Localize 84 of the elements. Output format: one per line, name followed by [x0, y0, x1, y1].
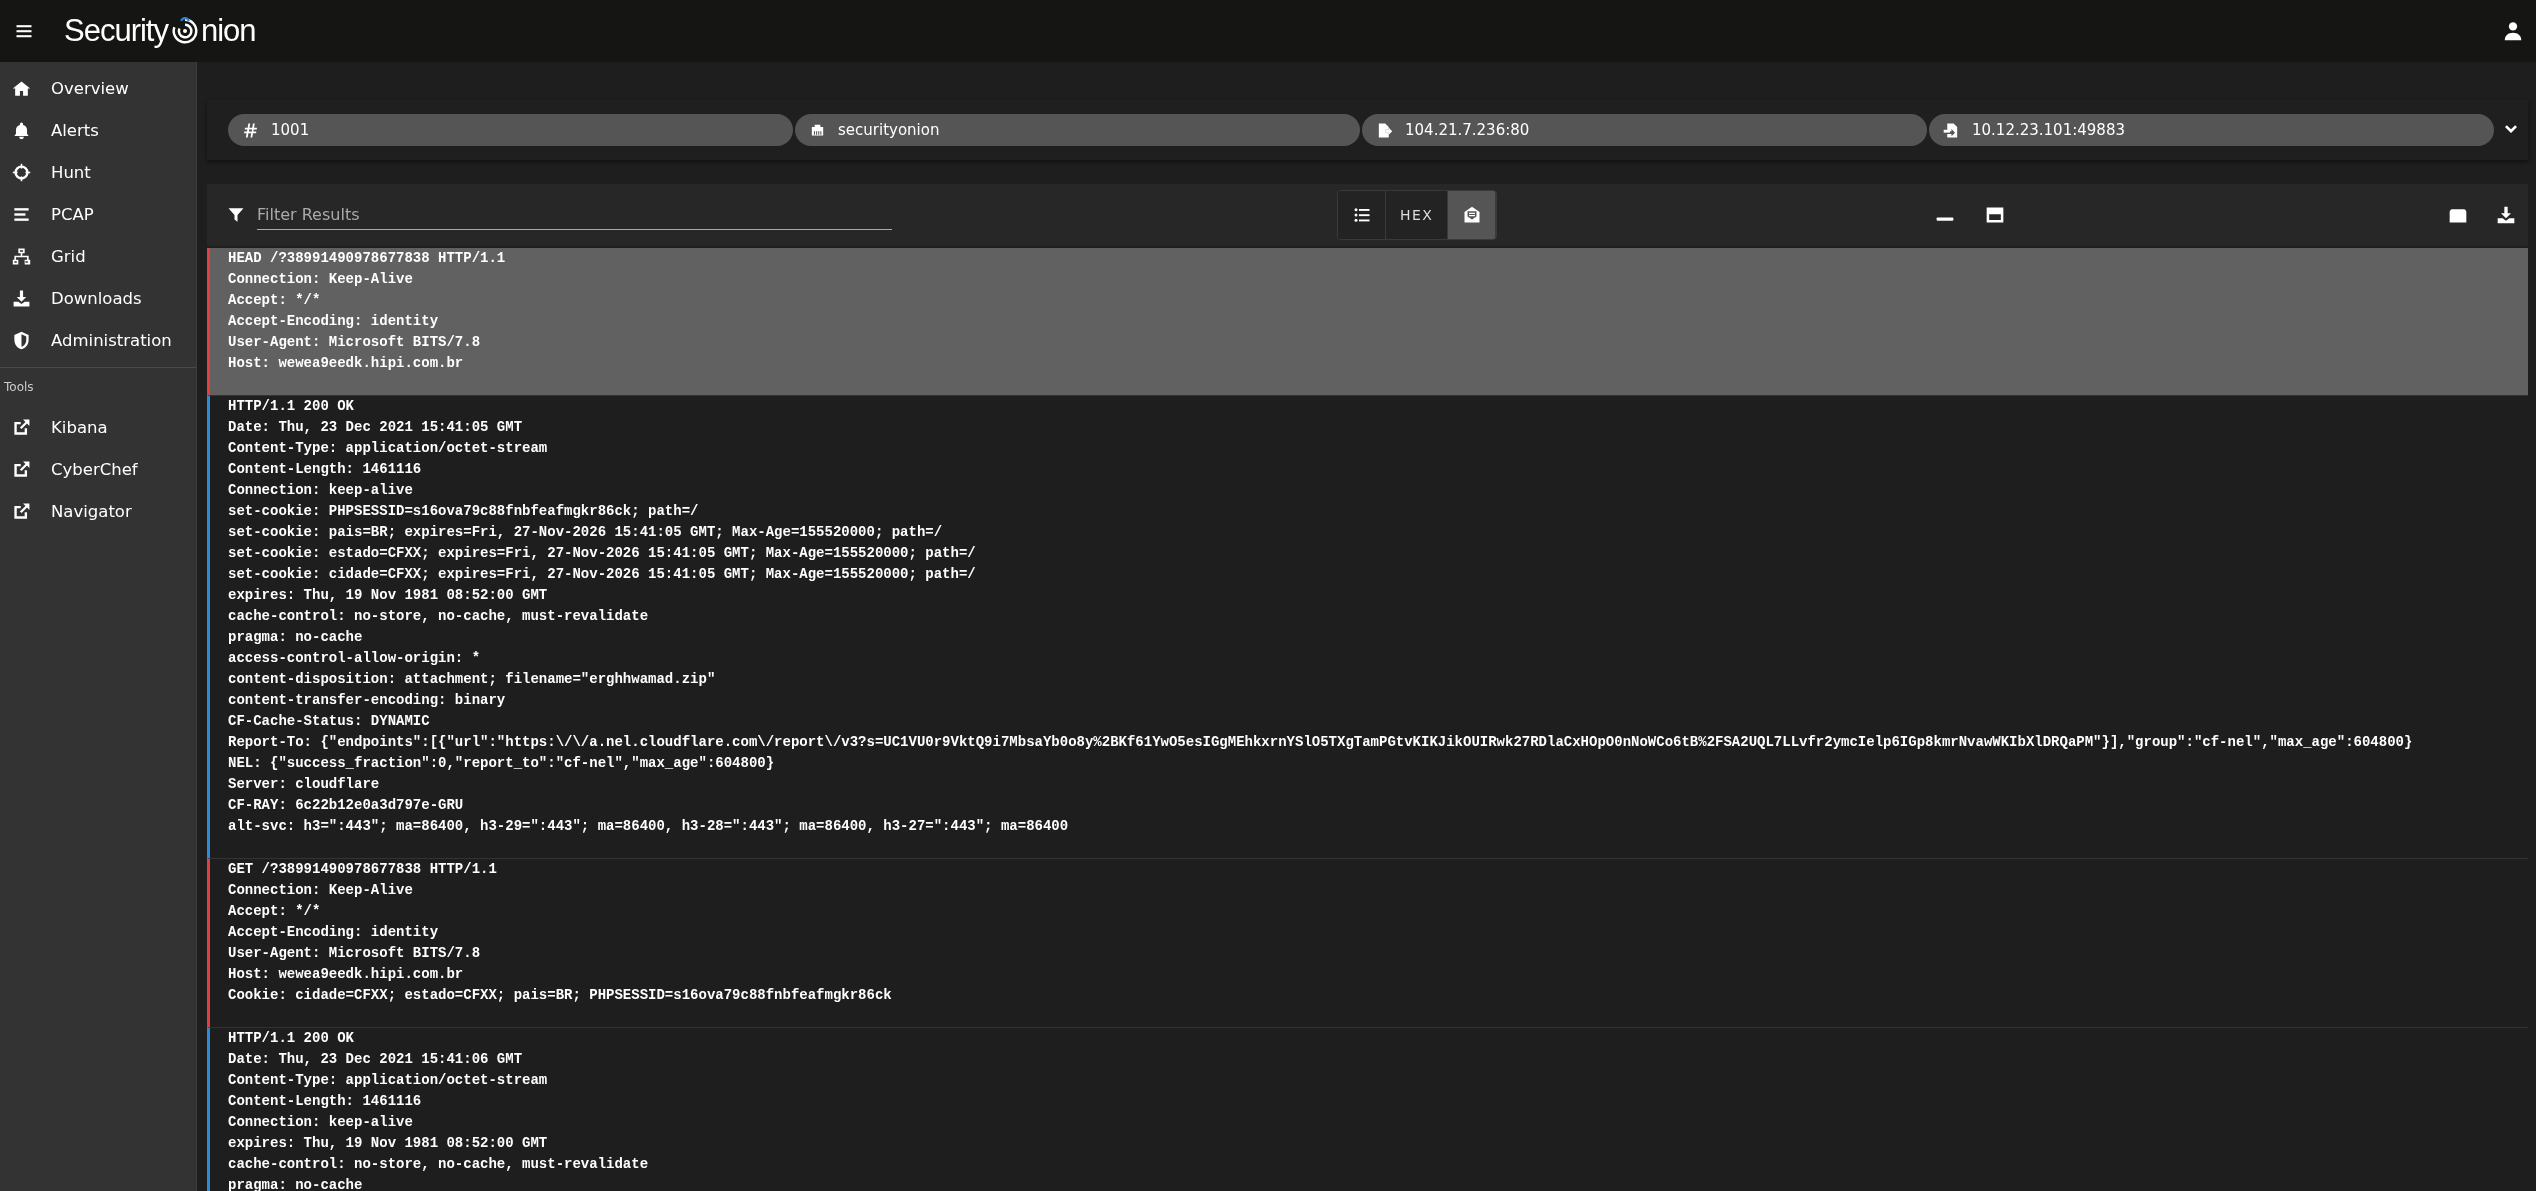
sidebar-item[interactable]: Administration — [0, 319, 196, 361]
packet-line: Report-To: {"endpoints":[{"url":"https:\/\/a.nel.cloudflare.com\/report\/v3?s=UC1VU0r9VktQ9i7MbsaYb0o8y%2BKf61YwO5esIGgMEhkxrnYSlO5TXgTamPGtvKIKJikOUIRwk27RDlaCxHOpO0nNoWCo6tB%2FSA2UQL7LLvfr2ymcIelp6IGp8kmrNvawWKIbXlDRQaPM"}],"group":"cf-nel","max_age":604800} — [228, 733, 2414, 752]
file-export-icon — [1376, 121, 1393, 139]
user-icon[interactable] — [2502, 20, 2524, 42]
packet-line: expires: Thu, 19 Nov 1981 08:52:00 GMT — [228, 586, 549, 605]
logo-text: nion — [201, 13, 256, 49]
sidebar-link[interactable]: CyberChef — [0, 448, 196, 490]
packet-line: set-cookie: PHPSESSID=s16ova79c88fnbfeafmgkr86ck; path=/ — [228, 502, 700, 521]
packet-line: GET /?38991490978677838 HTTP/1.1 — [228, 860, 498, 879]
packet-line: Connection: keep-alive — [228, 1113, 414, 1132]
packet-line: Date: Thu, 23 Dec 2021 15:41:05 GMT — [228, 418, 524, 437]
hash-icon — [242, 121, 259, 139]
sidebar-item[interactable]: Grid — [0, 235, 196, 277]
packet-line: alt-svc: h3=":443"; ma=86400, h3-29=":443"; ma=86400, h3-28=":443"; ma=86400, h3-27=":443"; ma=86400 — [228, 817, 1070, 836]
filter-field[interactable]: Filter Results — [257, 200, 892, 230]
packet-line: pragma: no-cache — [228, 1176, 364, 1191]
sidebar-item[interactable]: Downloads — [0, 277, 196, 319]
packet-line: Date: Thu, 23 Dec 2021 15:41:06 GMT — [228, 1050, 524, 1069]
external-link-icon — [12, 501, 31, 521]
response-block[interactable] — [207, 396, 2528, 859]
sidebar-link[interactable]: Navigator — [0, 490, 196, 532]
crosshair-icon — [12, 162, 31, 182]
packet-line: NEL: {"success_fraction":0,"report_to":"cf-nel","max_age":604800} — [228, 754, 776, 773]
packet-line: Connection: Keep-Alive — [228, 270, 414, 289]
packet-line: Connection: Keep-Alive — [228, 881, 414, 900]
packet-line: Server: cloudflare — [228, 775, 381, 794]
hex-button[interactable]: HEX — [1386, 191, 1449, 239]
packet-line: Content-Length: 1461116 — [228, 1092, 423, 1111]
sidebar-item[interactable]: PCAP — [0, 193, 196, 235]
packet-line: Content-Length: 1461116 — [228, 460, 423, 479]
download-icon[interactable] — [2496, 205, 2516, 225]
packet-line: set-cookie: cidade=CFXX; expires=Fri, 27-Nov-2026 15:41:05 GMT; Max-Age=155520000; path=/ — [228, 565, 977, 584]
packet-line: Accept-Encoding: identity — [228, 923, 440, 942]
request-block[interactable] — [207, 859, 2528, 1028]
shield-icon — [12, 330, 31, 350]
packet-line: access-control-allow-origin: * — [228, 649, 482, 668]
list-view-button[interactable] — [1338, 191, 1386, 239]
packet-line: content-transfer-encoding: binary — [228, 691, 507, 710]
sidebar-link[interactable]: Kibana — [0, 406, 196, 448]
packet-line: cache-control: no-store, no-cache, must-revalidate — [228, 607, 650, 626]
packet-line: Accept-Encoding: identity — [228, 312, 440, 331]
packet-line: cache-control: no-store, no-cache, must-revalidate — [228, 1155, 650, 1174]
list-icon — [1352, 206, 1371, 224]
request-block[interactable]: HEAD /?38991490978677838 HTTP/1.1 Connection: Keep-Alive Accept: */* Accept-Encoding: identity User-Agent: Microsoft BITS/7.8 Host: wewea9eedk.hipi.com.br — [207, 248, 2528, 396]
packet-line: Connection: keep-alive — [228, 481, 414, 500]
envelope-icon — [1462, 206, 1481, 224]
maximize-icon[interactable] — [1985, 205, 2006, 225]
filter-chip[interactable]: securityonion — [795, 114, 1360, 146]
packet-line: Accept: */* — [228, 902, 322, 921]
packet-line: Content-Type: application/octet-stream — [228, 1071, 549, 1090]
packet-line: User-Agent: Microsoft BITS/7.8 — [228, 944, 482, 963]
packet-line: Host: wewea9eedk.hipi.com.br — [228, 354, 465, 373]
packet-line: CF-Cache-Status: DYNAMIC — [228, 712, 431, 731]
packet-line: Content-Type: application/octet-stream — [228, 439, 549, 458]
external-link-icon — [12, 459, 31, 479]
packet-line: HEAD /?38991490978677838 HTTP/1.1 — [228, 249, 507, 268]
packet-line: User-Agent: Microsoft BITS/7.8 — [228, 333, 482, 352]
packet-line: set-cookie: pais=BR; expires=Fri, 27-Nov-2026 15:41:05 GMT; Max-Age=155520000; path=/ — [228, 523, 944, 542]
file-import-icon — [1943, 121, 1960, 139]
packet-line: Cookie: cidade=CFXX; estado=CFXX; pais=BR; PHPSESSID=s16ova79c88fnbfeafmgkr86ck — [228, 986, 893, 1005]
section-heading: Tools — [3, 379, 35, 396]
sidebar-item[interactable]: Hunt — [0, 151, 196, 193]
packet-line: content-disposition: attachment; filename="erghhwamad.zip" — [228, 670, 717, 689]
packet-line: expires: Thu, 19 Nov 1981 08:52:00 GMT — [228, 1134, 549, 1153]
message-view-button[interactable] — [1448, 191, 1497, 239]
logo-text: Security — [64, 13, 168, 49]
sidebar-item[interactable]: Overview — [0, 67, 196, 109]
bell-icon — [12, 120, 31, 140]
packet-line: CF-RAY: 6c22b12e0a3d797e-GRU — [228, 796, 465, 815]
download-icon — [12, 288, 31, 308]
packet-line: HTTP/1.1 200 OK — [228, 1029, 356, 1048]
packet-line: Accept: */* — [228, 291, 322, 310]
packet-line: HTTP/1.1 200 OK — [228, 397, 356, 416]
packet-line: Host: wewea9eedk.hipi.com.br — [228, 965, 465, 984]
home-icon — [12, 78, 31, 98]
filter-chip[interactable]: 1001 — [228, 114, 793, 146]
filter-icon — [227, 206, 245, 224]
filter-chip[interactable]: 10.12.23.101:49883 — [1929, 114, 2494, 146]
external-link-icon — [12, 417, 31, 437]
filter-chip[interactable]: 104.21.7.236:80 — [1362, 114, 1927, 146]
sidebar-item[interactable]: Alerts — [0, 109, 196, 151]
packet-line: set-cookie: estado=CFXX; expires=Fri, 27-Nov-2026 15:41:05 GMT; Max-Age=155520000; path=/ — [228, 544, 977, 563]
packet-line: pragma: no-cache — [228, 628, 364, 647]
network-icon — [12, 246, 31, 266]
